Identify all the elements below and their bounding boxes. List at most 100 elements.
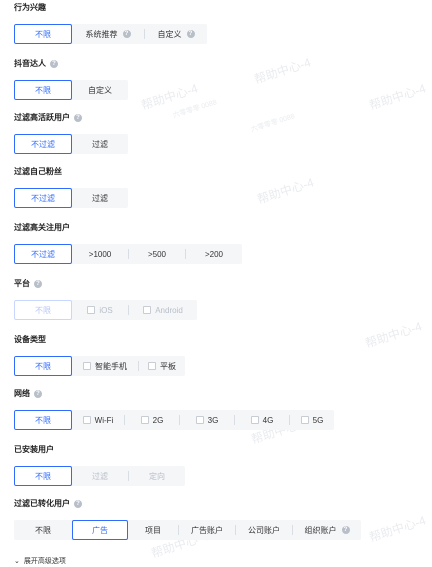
option-ad-account[interactable]: 广告账户 [179, 520, 235, 540]
watermark: 六零零零 0088 [250, 113, 296, 134]
option-android[interactable]: Android [129, 300, 197, 320]
help-icon: ? [34, 280, 42, 288]
section-title: 行为兴趣 [14, 2, 207, 14]
section-title-text: 行为兴趣 [14, 3, 46, 12]
section-title-text: 抖音达人 [14, 59, 46, 68]
option-company-account[interactable]: 公司账户 [236, 520, 292, 540]
option-filter[interactable]: 过滤 [72, 466, 128, 486]
option-unlimited[interactable]: 不限 [14, 410, 72, 430]
filter-high-follow-options: 不过滤 >1000 >500 >200 [14, 244, 242, 264]
option-unlimited[interactable]: 不限 [14, 300, 72, 320]
option-unlimited[interactable]: 不限 [14, 356, 72, 376]
network-options: 不限 Wi-Fi 2G 3G 4G 5G [14, 410, 334, 430]
option-wifi[interactable]: Wi-Fi [72, 410, 124, 430]
filter-converted-section: 过滤已转化用户? 不限 广告 项目 广告账户 公司账户 组织账户? [14, 498, 361, 540]
section-title-text: 设备类型 [14, 335, 46, 344]
option-over-500[interactable]: >500 [129, 244, 185, 264]
option-unlimited[interactable]: 不限 [14, 24, 72, 44]
checkbox [140, 416, 149, 424]
option-target[interactable]: 定向 [129, 466, 185, 486]
platform-options: 不限 iOS Android [14, 300, 197, 320]
option-tablet[interactable]: 平板 [139, 356, 185, 376]
device-type-section: 设备类型 不限 智能手机 平板 [14, 334, 185, 376]
help-icon: ? [74, 114, 82, 122]
chevron-down-icon: ⌄ [14, 558, 20, 565]
section-title-text: 过滤高关注用户 [14, 223, 70, 232]
checkbox [143, 306, 152, 314]
option-smartphone[interactable]: 智能手机 [72, 356, 138, 376]
filter-converted-options: 不限 广告 项目 广告账户 公司账户 组织账户? [14, 520, 361, 540]
filter-own-fans-section: 过滤自己粉丝 不过滤 过滤 [14, 166, 128, 208]
option-ad[interactable]: 广告 [72, 520, 128, 540]
option-custom[interactable]: 自定义? [145, 24, 207, 44]
watermark: 帮助中心-4 [363, 319, 424, 351]
behavior-interest-section: 行为兴趣 不限 系统推荐? 自定义? [14, 2, 207, 44]
platform-section: 平台? 不限 iOS Android [14, 278, 197, 320]
option-no-filter[interactable]: 不过滤 [14, 244, 72, 264]
option-label: 3G [207, 415, 219, 425]
section-title-text: 过滤已转化用户 [14, 499, 70, 508]
option-label: 2G [152, 415, 164, 425]
checkbox [82, 416, 91, 424]
section-title-text: 已安装用户 [14, 445, 54, 454]
option-filter[interactable]: 过滤 [72, 134, 128, 154]
section-title: 网络? [14, 388, 334, 400]
option-project[interactable]: 项目 [128, 520, 178, 540]
checkbox [300, 416, 309, 424]
option-label: Android [155, 305, 183, 315]
option-filter[interactable]: 过滤 [72, 188, 128, 208]
option-5g[interactable]: 5G [290, 410, 334, 430]
watermark: 六零零零 0088 [172, 99, 218, 120]
option-label: 系统推荐 [85, 29, 118, 39]
option-label: 5G [312, 415, 324, 425]
section-title: 过滤自己粉丝 [14, 166, 128, 178]
section-title: 抖音达人? [14, 58, 128, 70]
option-label: 平板 [160, 361, 176, 371]
help-icon: ? [122, 30, 131, 38]
section-title: 设备类型 [14, 334, 185, 346]
checkbox [87, 306, 96, 314]
help-icon: ? [341, 526, 350, 534]
help-icon: ? [74, 500, 82, 508]
section-title: 过滤已转化用户? [14, 498, 361, 510]
checkbox [83, 362, 91, 370]
option-label: Wi-Fi [94, 415, 114, 425]
option-ios[interactable]: iOS [72, 300, 128, 320]
checkbox [250, 416, 259, 424]
option-label: 自定义 [157, 29, 182, 39]
option-unlimited[interactable]: 不限 [14, 80, 72, 100]
section-title: 已安装用户 [14, 444, 185, 456]
watermark: 帮助中心-4 [367, 81, 428, 113]
section-title-text: 过滤自己粉丝 [14, 167, 62, 176]
option-system-recommend[interactable]: 系统推荐? [72, 24, 144, 44]
watermark: 帮助中心-4 [255, 175, 316, 207]
option-3g[interactable]: 3G [180, 410, 234, 430]
option-over-200[interactable]: >200 [186, 244, 242, 264]
installed-users-options: 不限 过滤 定向 [14, 466, 185, 486]
option-org-account[interactable]: 组织账户? [293, 520, 361, 540]
option-label: 智能手机 [95, 361, 127, 371]
expand-advanced-options[interactable]: ⌄ 展开高级选项 [14, 556, 66, 566]
option-over-1000[interactable]: >1000 [72, 244, 128, 264]
watermark: 帮助中心-4 [367, 513, 428, 545]
help-icon: ? [50, 60, 58, 68]
filter-high-follow-section: 过滤高关注用户 不过滤 >1000 >500 >200 [14, 222, 242, 264]
device-type-options: 不限 智能手机 平板 [14, 356, 185, 376]
option-no-filter[interactable]: 不过滤 [14, 188, 72, 208]
option-unlimited[interactable]: 不限 [14, 520, 72, 540]
watermark: 帮助中心-4 [252, 55, 313, 87]
option-no-filter[interactable]: 不过滤 [14, 134, 72, 154]
filter-own-fans-options: 不过滤 过滤 [14, 188, 128, 208]
option-unlimited[interactable]: 不限 [14, 466, 72, 486]
help-icon: ? [186, 30, 195, 38]
filter-active-users-section: 过滤高活跃用户? 不过滤 过滤 [14, 112, 128, 154]
option-4g[interactable]: 4G [235, 410, 289, 430]
behavior-interest-options: 不限 系统推荐? 自定义? [14, 24, 207, 44]
option-label: 4G [262, 415, 274, 425]
option-2g[interactable]: 2G [125, 410, 179, 430]
filter-active-users-options: 不过滤 过滤 [14, 134, 128, 154]
option-label: iOS [99, 305, 113, 315]
expand-label: 展开高级选项 [23, 558, 66, 565]
section-title-text: 过滤高活跃用户 [14, 113, 70, 122]
option-custom[interactable]: 自定义 [72, 80, 128, 100]
